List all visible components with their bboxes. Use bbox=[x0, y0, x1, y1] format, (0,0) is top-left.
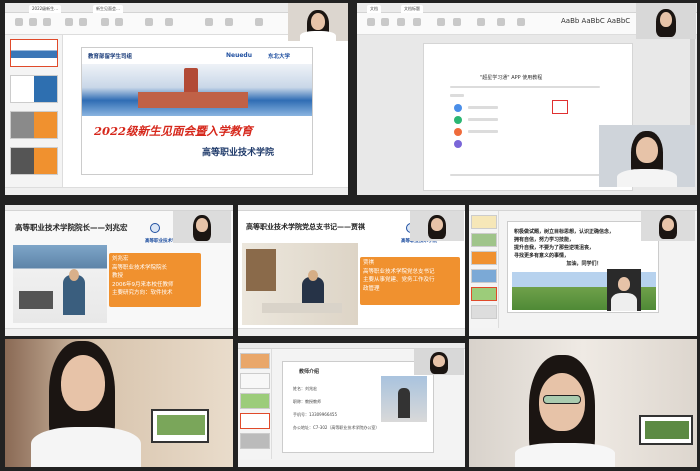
status-bar bbox=[5, 187, 348, 195]
field-value: 教授教师 bbox=[305, 399, 321, 404]
info-box: 贾祺 高等职业技术学院党总支书记 主要从事党建、党务工作及行 政管理 bbox=[360, 257, 460, 305]
slide-thumbnail-panel bbox=[5, 35, 63, 187]
participant-camera bbox=[173, 211, 231, 243]
photo-classroom bbox=[13, 245, 107, 323]
campus-building bbox=[138, 92, 248, 108]
slide-title: 高等职业技术学院党总支书记——贾祺 bbox=[246, 223, 365, 231]
field-label: 姓名： bbox=[293, 386, 305, 391]
slide-thumb[interactable] bbox=[10, 111, 58, 139]
participant-camera bbox=[641, 211, 695, 241]
motto-line: 加油，同学们！ bbox=[566, 261, 602, 267]
field-value: 刘兆宏 bbox=[305, 386, 317, 391]
status-bar bbox=[5, 328, 233, 336]
slide-thumb[interactable] bbox=[10, 147, 58, 175]
slide-canvas: 教师介绍 姓名：刘兆宏 职称：教授教师 手机号：13309966455 办公地址… bbox=[282, 361, 434, 453]
teacher-photo bbox=[381, 376, 427, 422]
status-bar bbox=[238, 328, 465, 336]
tab-doc[interactable]: 文档 bbox=[367, 5, 381, 13]
photo-office bbox=[242, 243, 358, 325]
slide-school: 高等职业技术学院 bbox=[202, 148, 275, 158]
app-icon bbox=[454, 104, 462, 112]
participant-face bbox=[61, 355, 105, 411]
tab-doc-2[interactable]: 文档标题 bbox=[401, 5, 423, 13]
participant-camera bbox=[410, 211, 464, 241]
video-tile-document[interactable]: 文档 文档标题 AaBb AaBbC AaBbC "超星学习通" APP 使用教… bbox=[357, 3, 697, 195]
info-box: 刘兆宏 高等职业技术学院院长 教授 2006年9月来本校任教师 主要研究方向：软… bbox=[109, 253, 201, 307]
school-seal-icon bbox=[150, 223, 160, 233]
slide-canvas: 教育部留学生司组 Neuedu 东北大学 2022级新生见面会暨入学教育 高等职… bbox=[81, 47, 313, 175]
video-tile-secretary-slide[interactable]: 高等职业技术学院党总支书记——贾祺 高等职业技术学院 贾祺 高等职业技术学院党总… bbox=[238, 205, 465, 336]
slide-thumb[interactable] bbox=[10, 39, 58, 67]
tab-file-2[interactable]: 新生见面会… bbox=[93, 5, 123, 13]
field-label: 手机号： bbox=[293, 412, 309, 417]
logo-text: 教育部留学生司组 bbox=[88, 54, 133, 60]
participant-camera bbox=[636, 3, 696, 39]
video-tile-webcam-1[interactable] bbox=[5, 339, 233, 467]
motto-line: 积极做试题，树立目标思想，认识正确信念， bbox=[514, 229, 615, 235]
slide-thumbnail-panel bbox=[238, 349, 272, 459]
field-value: 13309966455 bbox=[309, 412, 337, 417]
video-tile-webcam-2[interactable] bbox=[469, 339, 697, 467]
participant-camera bbox=[414, 349, 464, 375]
video-tile-dean-slide[interactable]: 高等职业技术学院院长——刘兆宏 高等职业技术学院 刘兆宏 高等职业技术学院院长 … bbox=[5, 205, 233, 336]
tab-file[interactable]: 2022级新生… bbox=[29, 5, 62, 13]
phone-screen bbox=[639, 415, 693, 445]
participant-camera bbox=[607, 269, 641, 311]
motto-line: 提升自我，不要为了那些逆境沮丧， bbox=[514, 245, 595, 251]
video-tile-presentation[interactable]: 2022级新生… 新生见面会… 教育部留学生司组 Neuedu 东北大学 202… bbox=[5, 3, 348, 195]
app-icon bbox=[454, 140, 462, 148]
banner-image bbox=[82, 64, 312, 116]
app-icon bbox=[454, 116, 462, 124]
phone-screen bbox=[151, 409, 209, 443]
field-value: C7-302（高等职业技术学院办公室） bbox=[313, 425, 380, 430]
video-tile-teacher-intro[interactable]: 教师介绍 姓名：刘兆宏 职称：教授教师 手机号：13309966455 办公地址… bbox=[238, 343, 465, 467]
motto-line: 寻找更多有意义的事情， bbox=[514, 253, 570, 259]
participant-camera bbox=[288, 3, 348, 41]
card-title: 教师介绍 bbox=[299, 369, 320, 375]
slide-thumbnail-panel bbox=[469, 211, 499, 328]
logo-neuedu: Neuedu bbox=[226, 52, 252, 59]
highlight-box bbox=[552, 100, 568, 114]
logo-neu: 东北大学 bbox=[268, 54, 291, 60]
style-gallery[interactable]: AaBb AaBbC AaBbC bbox=[561, 17, 630, 25]
participant-body bbox=[515, 443, 615, 467]
field-label: 职称： bbox=[293, 399, 305, 404]
slide-thumb[interactable] bbox=[10, 75, 58, 103]
slide-headline: 2022级新生见面会暨入学教育 bbox=[94, 124, 253, 138]
participant-camera bbox=[599, 125, 695, 187]
glasses-icon bbox=[543, 395, 581, 404]
field-label: 办公地址： bbox=[293, 425, 313, 430]
app-icon bbox=[454, 128, 462, 136]
doc-title: "超星学习通" APP 使用教程 bbox=[480, 75, 543, 81]
participant-body bbox=[31, 427, 141, 467]
slide-title: 高等职业技术学院院长——刘兆宏 bbox=[15, 223, 128, 232]
video-tile-motto-slide[interactable]: 积极做试题，树立目标思想，认识正确信念， 拥有自信，努力学习技能， 提升自我，不… bbox=[469, 205, 697, 336]
motto-line: 拥有自信，努力学习技能， bbox=[514, 237, 575, 243]
